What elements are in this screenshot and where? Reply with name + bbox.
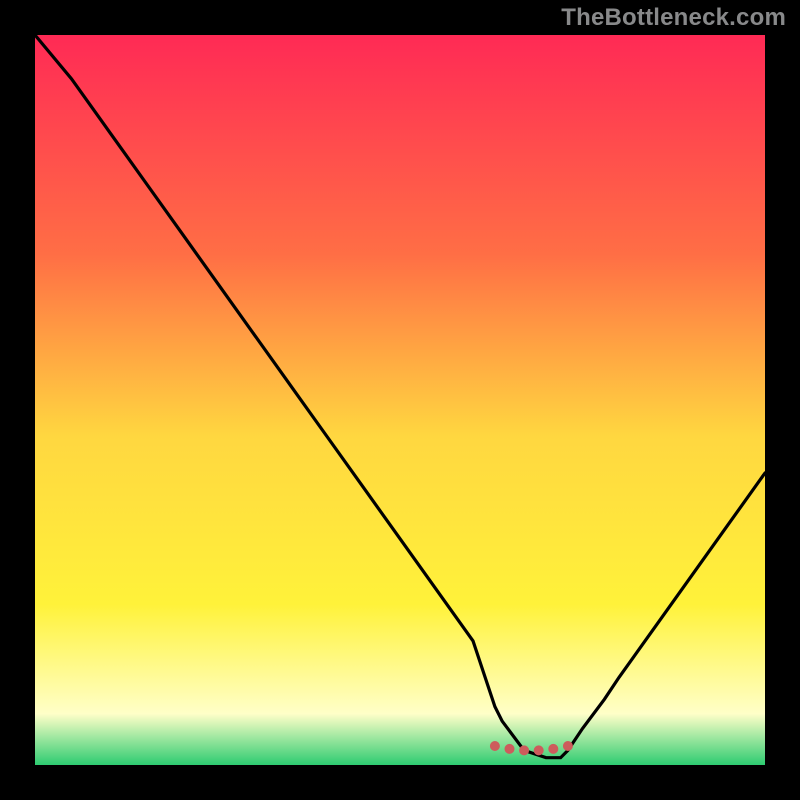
optimal-dot — [534, 745, 544, 755]
optimal-dot — [490, 741, 500, 751]
optimal-dot — [505, 744, 515, 754]
chart-stage: TheBottleneck.com — [0, 0, 800, 800]
chart-svg — [0, 0, 800, 800]
optimal-dot — [563, 741, 573, 751]
optimal-dot — [519, 745, 529, 755]
optimal-dot — [548, 744, 558, 754]
watermark-text: TheBottleneck.com — [561, 4, 786, 32]
gradient-field — [35, 35, 765, 765]
